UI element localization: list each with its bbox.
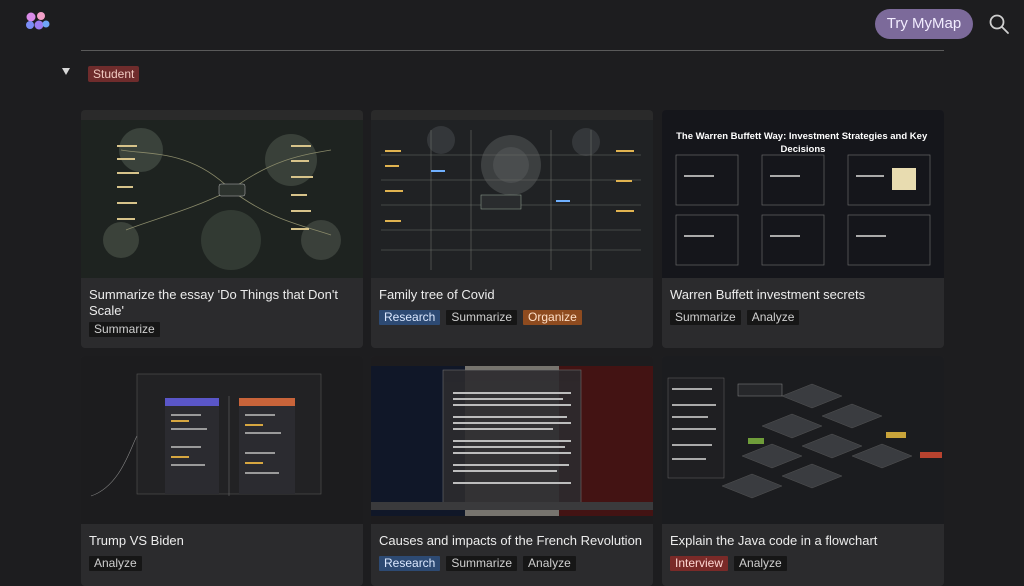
card-title: Summarize the essay 'Do Things that Don'… <box>89 287 338 318</box>
mymap-logo[interactable] <box>24 11 50 31</box>
card-thumbnail <box>371 110 653 278</box>
card-thumbnail <box>662 356 944 524</box>
template-card[interactable]: Explain the Java code in a flowchart Int… <box>662 356 944 586</box>
card-thumbnail <box>81 356 363 524</box>
header-divider <box>81 50 944 51</box>
tag-summarize: Summarize <box>670 310 741 325</box>
tag-summarize: Summarize <box>89 322 160 337</box>
try-mymap-button[interactable]: Try MyMap <box>875 9 973 39</box>
template-card[interactable]: Summarize the essay 'Do Things that Don'… <box>81 110 363 348</box>
tag-list: Research Summarize Analyze <box>379 556 576 571</box>
template-card[interactable]: Trump VS Biden Analyze <box>81 356 363 586</box>
card-title: Explain the Java code in a flowchart <box>670 533 878 548</box>
tag-summarize: Summarize <box>446 310 518 325</box>
tag-list: Research Summarize Organize <box>379 310 582 325</box>
tag-organize: Organize <box>523 310 582 325</box>
template-card[interactable]: Causes and impacts of the French Revolut… <box>371 356 653 586</box>
card-title: Family tree of Covid <box>379 287 495 302</box>
section-tag-student: Student <box>88 66 140 82</box>
card-thumbnail: The Warren Buffett Way: Investment Strat… <box>662 110 944 278</box>
tag-list: Interview Analyze <box>670 556 787 571</box>
tag-research: Research <box>379 556 441 571</box>
tag-list: Summarize Analyze <box>670 310 800 325</box>
top-bar: Try MyMap <box>0 0 1024 48</box>
tag-list: Summarize <box>89 322 160 337</box>
card-title: Causes and impacts of the French Revolut… <box>379 533 643 548</box>
template-card[interactable]: The Warren Buffett Way: Investment Strat… <box>662 110 944 348</box>
tag-analyze: Analyze <box>746 310 800 325</box>
tag-summarize: Summarize <box>446 556 518 571</box>
card-title: Warren Buffett investment secrets <box>670 287 866 302</box>
card-thumbnail <box>371 356 653 524</box>
tag-research: Research <box>379 310 441 325</box>
tag-analyze: Analyze <box>89 556 142 571</box>
caret-down-icon[interactable] <box>62 68 70 75</box>
card-thumbnail <box>81 110 363 278</box>
card-title: Trump VS Biden <box>89 533 184 548</box>
search-icon[interactable] <box>988 13 1010 35</box>
tag-list: Analyze <box>89 556 142 571</box>
tag-analyze: Analyze <box>523 556 576 571</box>
template-card[interactable]: Family tree of Covid Research Summarize … <box>371 110 653 348</box>
tag-analyze: Analyze <box>734 556 787 571</box>
tag-interview: Interview <box>670 556 729 571</box>
